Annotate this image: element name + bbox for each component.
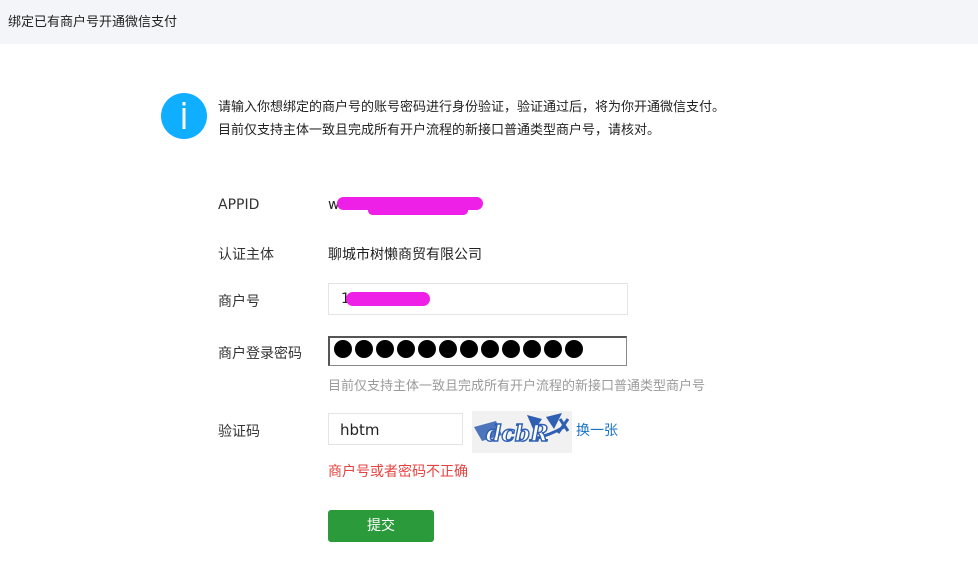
info-icon <box>161 93 207 139</box>
password-mask-dot <box>502 340 520 358</box>
password-mask-dot <box>376 340 394 358</box>
password-mask-dot <box>439 340 457 358</box>
bind-merchant-page: 绑定已有商户号开通微信支付 请输入你想绑定的商户号的账号密码进行身份验证，验证通… <box>0 0 978 580</box>
password-mask-dot <box>460 340 478 358</box>
password-mask-dot <box>523 340 541 358</box>
captcha-refresh-link[interactable]: 换一张 <box>576 420 618 440</box>
captcha-label: 验证码 <box>218 424 260 440</box>
merchant-id-label: 商户号 <box>218 294 260 310</box>
password-mask-dot <box>544 340 562 358</box>
entity-label: 认证主体 <box>218 247 274 263</box>
notice-text-line1: 请输入你想绑定的商户号的账号密码进行身份验证，验证通过后，将为你开通微信支付。 <box>218 100 726 115</box>
notice-text-line2: 目前仅支持主体一致且完成所有开户流程的新接口普通类型商户号，请核对。 <box>218 123 661 138</box>
captcha-image-text: dcbR <box>486 421 548 447</box>
password-mask-dot <box>418 340 436 358</box>
password-mask-dot <box>355 340 373 358</box>
appid-label: APPID <box>218 197 260 213</box>
captcha-input[interactable]: hbtm <box>328 413 463 445</box>
merchant-id-redaction-mark <box>346 292 430 306</box>
password-mask-dot <box>397 340 415 358</box>
error-message: 商户号或者密码不正确 <box>328 464 468 480</box>
entity-value: 聊城市树懒商贸有限公司 <box>328 247 482 263</box>
password-input[interactable] <box>328 336 627 366</box>
password-mask-dot <box>565 340 583 358</box>
appid-redaction-mark-2 <box>368 206 468 215</box>
password-mask <box>334 340 583 358</box>
captcha-image[interactable]: dcbR <box>472 411 572 453</box>
page-title: 绑定已有商户号开通微信支付 <box>8 15 178 30</box>
password-mask-dot <box>334 340 352 358</box>
password-mask-dot <box>481 340 499 358</box>
captcha-value: hbtm <box>340 421 380 439</box>
submit-button[interactable]: 提交 <box>328 510 434 542</box>
page-header: 绑定已有商户号开通微信支付 <box>0 0 978 44</box>
password-hint: 目前仅支持主体一致且完成所有开户流程的新接口普通类型商户号 <box>328 379 706 394</box>
password-label: 商户登录密码 <box>218 346 302 362</box>
